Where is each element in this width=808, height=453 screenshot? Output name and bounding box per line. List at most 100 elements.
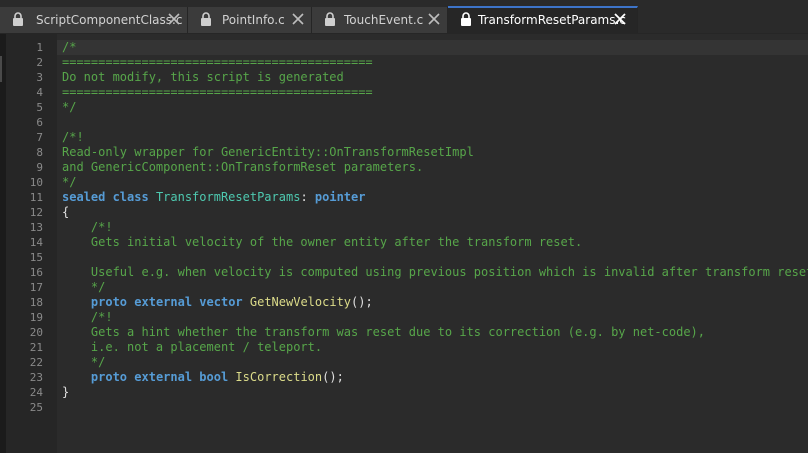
- close-icon[interactable]: [167, 12, 181, 26]
- line-number: 15: [29, 251, 43, 264]
- line-number: 10: [29, 176, 43, 189]
- code-text: sealed class TransformResetParams: point…: [62, 190, 365, 205]
- code-token: /*: [62, 40, 77, 54]
- code-line[interactable]: 3 Do not modify, this script is generated: [0, 70, 808, 85]
- code-text: i.e. not a placement / teleport.: [62, 340, 322, 355]
- code-token: proto: [90, 370, 135, 384]
- code-editor[interactable]: 1 /* 2 ====================================…: [0, 34, 808, 453]
- line-number: 7: [36, 131, 43, 144]
- code-line[interactable]: 17 */: [0, 280, 808, 295]
- code-line[interactable]: 14 Gets initial velocity of the owner en…: [0, 235, 808, 250]
- line-number: 9: [36, 161, 43, 174]
- line-number: 14: [29, 236, 43, 249]
- tab-label: ScriptComponentClass.c: [36, 13, 183, 27]
- line-number: 6: [36, 116, 43, 129]
- code-token: */: [62, 355, 106, 369]
- lock-icon: [13, 12, 23, 26]
- code-token: */: [62, 100, 77, 114]
- code-line[interactable]: 5 */: [0, 100, 808, 115]
- code-token: ========================================…: [62, 55, 373, 69]
- code-text: /*!: [62, 310, 113, 325]
- code-line[interactable]: 21 i.e. not a placement / teleport.: [0, 340, 808, 355]
- current-line-highlight: [57, 40, 808, 55]
- code-line[interactable]: 7 /*!: [0, 130, 808, 145]
- code-token: pointer: [314, 190, 366, 204]
- tab-label: PointInfo.c: [222, 13, 285, 27]
- lock-icon: [325, 12, 335, 26]
- code-line[interactable]: 13 /*!: [0, 220, 808, 235]
- code-line[interactable]: 9 and GenericComponent::OnTransformReset …: [0, 160, 808, 175]
- code-token: i.e. not a placement / teleport.: [62, 340, 323, 354]
- tab-pointinfo[interactable]: PointInfo.c: [188, 7, 312, 33]
- code-token: and GenericComponent::OnTransformReset p…: [62, 160, 424, 174]
- line-number: 16: [29, 266, 43, 279]
- code-token: Gets initial velocity of the owner entit…: [62, 235, 583, 249]
- code-token: */: [62, 280, 106, 294]
- code-text: Gets initial velocity of the owner entit…: [62, 235, 582, 250]
- code-token: class: [112, 190, 156, 204]
- code-token: Gets a hint whether the transform was re…: [62, 325, 705, 339]
- line-number: 19: [29, 311, 43, 324]
- line-number: 4: [36, 86, 43, 99]
- code-token: GetNewVelocity: [249, 295, 352, 309]
- code-line[interactable]: 20 Gets a hint whether the transform was…: [0, 325, 808, 340]
- line-number: 18: [29, 296, 43, 309]
- close-icon[interactable]: [291, 12, 305, 26]
- code-text: */: [62, 175, 76, 190]
- code-token: {: [62, 205, 70, 219]
- line-number: 13: [29, 221, 43, 234]
- tab-transformresetparams[interactable]: TransformResetParams.c: [448, 6, 638, 34]
- code-line[interactable]: 1 /*: [0, 40, 808, 55]
- tab-label: TransformResetParams.c: [478, 13, 626, 27]
- tab-scriptcomponentclass[interactable]: ScriptComponentClass.c: [0, 7, 188, 33]
- code-line[interactable]: 6: [0, 115, 808, 130]
- code-line[interactable]: 8 Read-only wrapper for GenericEntity::On…: [0, 145, 808, 160]
- code-token: proto: [90, 295, 135, 309]
- line-number: 21: [29, 341, 43, 354]
- line-number: 23: [29, 371, 43, 384]
- code-text: /*: [62, 40, 76, 55]
- code-token: /*!: [62, 130, 84, 144]
- line-number: 25: [29, 401, 43, 414]
- tab-bar: ScriptComponentClass.c PointInfo.c Touch…: [0, 0, 808, 34]
- code-text: and GenericComponent::OnTransformReset p…: [62, 160, 423, 175]
- code-line[interactable]: 25: [0, 400, 808, 415]
- code-text: {: [62, 205, 69, 220]
- code-text: /*!: [62, 130, 84, 145]
- code-line[interactable]: 4 =======================================…: [0, 85, 808, 100]
- code-line[interactable]: 16 Useful e.g. when velocity is computed…: [0, 265, 808, 280]
- lock-icon: [461, 12, 471, 26]
- code-line[interactable]: 15: [0, 250, 808, 265]
- code-line[interactable]: 11 sealed class TransformResetParams: poi…: [0, 190, 808, 205]
- code-line[interactable]: 19 /*!: [0, 310, 808, 325]
- code-line[interactable]: 2 =======================================…: [0, 55, 808, 70]
- line-number: 2: [36, 56, 43, 69]
- code-line[interactable]: 24}: [0, 385, 808, 400]
- code-token: Read-only wrapper for GenericEntity::OnT…: [62, 145, 474, 159]
- close-icon[interactable]: [613, 12, 627, 26]
- code-text: */: [62, 100, 76, 115]
- code-text: Useful e.g. when velocity is computed us…: [62, 265, 808, 280]
- close-icon[interactable]: [427, 12, 441, 26]
- line-number: 8: [36, 146, 43, 159]
- code-token: external: [134, 370, 200, 384]
- code-text: proto external bool IsCorrection();: [62, 370, 344, 385]
- line-number: 5: [36, 101, 43, 114]
- code-line[interactable]: 22 */: [0, 355, 808, 370]
- code-token: ========================================…: [62, 85, 373, 99]
- tab-touchevent[interactable]: TouchEvent.c: [312, 7, 448, 33]
- code-line[interactable]: 12 {: [0, 205, 808, 220]
- code-token: }: [62, 385, 70, 399]
- line-number: 24: [29, 386, 43, 399]
- line-number: 1: [36, 41, 43, 54]
- code-token: :: [300, 190, 315, 204]
- code-text: */: [62, 355, 105, 370]
- code-line[interactable]: 10 */: [0, 175, 808, 190]
- code-line[interactable]: 18 proto external vector GetNewVelocity(…: [0, 295, 808, 310]
- line-number: 20: [29, 326, 43, 339]
- line-number: 3: [36, 71, 43, 84]
- code-token: vector: [199, 295, 250, 309]
- code-text: }: [62, 385, 69, 400]
- code-token: sealed: [62, 190, 113, 204]
- code-line[interactable]: 23 proto external bool IsCorrection();: [0, 370, 808, 385]
